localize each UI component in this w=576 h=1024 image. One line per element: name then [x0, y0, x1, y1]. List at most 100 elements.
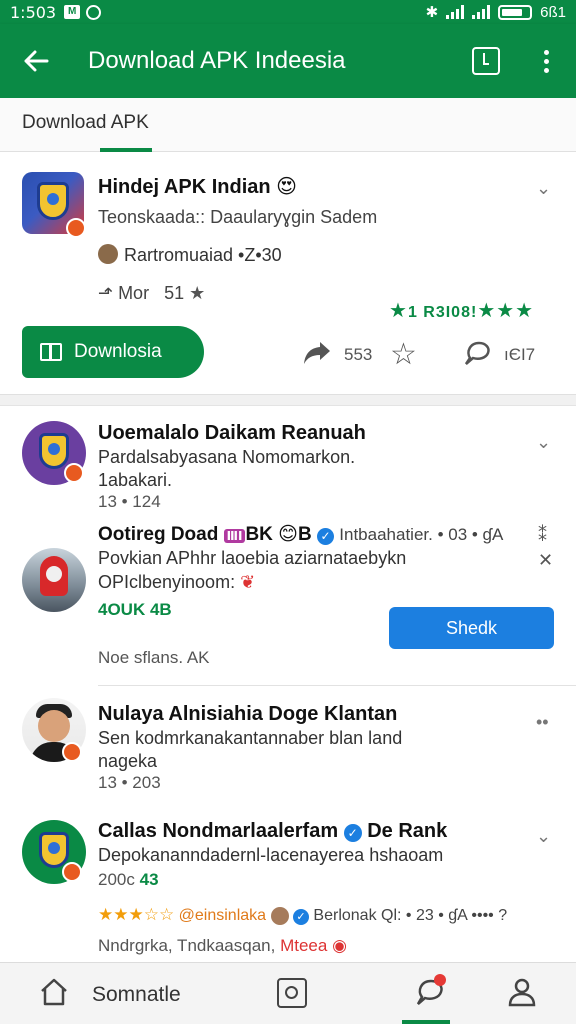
tab-indicator: [100, 148, 152, 152]
verified-icon: ✓: [317, 528, 334, 545]
camera-nav-button[interactable]: [277, 978, 307, 1008]
featured-author: Rartromuaiad •Z•30: [124, 245, 282, 265]
download-button-label: Downlosia: [74, 341, 162, 362]
share-icon: [304, 342, 330, 364]
review-meta: Berlonak Ql: • 23 • ɠA ••••: [313, 907, 494, 924]
rating-stars-icon: ★★★☆☆: [98, 905, 175, 924]
badge-icon: [64, 463, 84, 483]
badge-icon: [62, 862, 82, 882]
list-item-title-text[interactable]: Callas Nondmarlaalerfam: [98, 820, 338, 842]
list-item-subtitle-2-text: OPIclbenyinoom:: [98, 572, 236, 592]
book-icon: [40, 343, 62, 361]
download-box-icon: [472, 47, 500, 75]
share-button[interactable]: [302, 340, 332, 371]
comment-button[interactable]: [462, 340, 492, 373]
featured-meta: Mor 51: [118, 283, 185, 303]
reviewer-avatar: [270, 906, 289, 925]
shield-icon: [39, 832, 69, 868]
list-item-footer-red: Mteea: [280, 936, 328, 955]
badge-icon: [66, 218, 86, 238]
list-item-meta: 13 • 124: [98, 492, 161, 511]
list-item-subtitle: Depokananndadernl-lacenayerea hshaoam: [98, 845, 444, 865]
profile-nav-button[interactable]: [506, 976, 538, 1013]
list-item-title-extra-2: B: [297, 524, 312, 545]
reviewer-handle[interactable]: @einsinlaka: [179, 907, 266, 924]
list-item-title-tail: De Rank: [367, 820, 448, 842]
list-item-subtitle: Sen kodmrkanakantannaber blan land: [98, 728, 403, 748]
eye-icon: ◉: [332, 936, 347, 955]
chevron-down-icon[interactable]: ⌄: [536, 826, 551, 847]
list-item-subtitle: Povkian APhhr laoebia aziarnataebykn: [98, 548, 407, 568]
active-nav-indicator: [402, 1020, 450, 1024]
list-item-footer-text: Nndrgrka, Tndkaasqan,: [98, 936, 276, 955]
status-bar: 1:503 M ✱ 6ß1: [0, 0, 576, 24]
notification-icon: M: [64, 5, 81, 19]
more-icon[interactable]: ⁑: [538, 525, 547, 546]
downloads-button[interactable]: [456, 24, 516, 98]
signal-icon: [446, 5, 465, 19]
heart-icon: ❦: [240, 572, 256, 592]
camera-icon: [285, 986, 298, 999]
chevron-down-icon[interactable]: ⌄: [536, 432, 551, 453]
notification-dot-icon: [434, 974, 446, 986]
list-item-title-text[interactable]: Ootireg Doad: [98, 524, 218, 545]
close-icon[interactable]: ✕: [538, 550, 553, 571]
list-item-meta: 200c 43: [98, 870, 159, 890]
author-avatar: [98, 244, 118, 264]
more-horiz-icon[interactable]: ••: [536, 712, 549, 733]
tag-icon: ⅢⅠ: [223, 529, 246, 543]
bluetooth-icon: ✱: [425, 4, 439, 21]
section-separator: [0, 395, 576, 406]
rating-row: ★1 R3I08!★★★: [389, 298, 534, 323]
list-item-title[interactable]: Nulaya Alnisiahia Doge Klantan: [98, 703, 397, 726]
back-button[interactable]: [0, 24, 72, 98]
list-item-title: Callas Nondmarlaalerfam ✓ De Rank: [98, 820, 447, 843]
home-icon: [41, 978, 67, 1006]
list-item-title-extra: BK: [245, 524, 273, 545]
comment-count: ıЄI7: [504, 345, 536, 364]
app-icon: [22, 172, 86, 238]
rating-text: 1 R3I08!: [407, 304, 478, 321]
list-item-meta: 13 • 203: [98, 773, 161, 792]
list-item-tag: 4OUK 4B: [98, 600, 172, 619]
home-nav-label[interactable]: Somnatle: [92, 983, 181, 1007]
more-vert-icon: [543, 49, 549, 73]
list-item-subtitle: Pardalsabyasana Nomomarkon.: [98, 447, 356, 467]
download-button[interactable]: Downlosia: [22, 326, 204, 378]
featured-title: Hindej APK Indian 😍: [98, 174, 297, 199]
chevron-down-icon[interactable]: ⌄: [536, 178, 551, 199]
tab-download-apk[interactable]: Download APK: [22, 112, 149, 134]
featured-meta-row: ⬏ Mor 51 ★: [98, 283, 205, 304]
list-item-icon: [22, 421, 86, 485]
thumb-icon: ⬏: [98, 283, 114, 303]
shield-icon: [39, 433, 69, 469]
battery-icon: [498, 4, 533, 20]
list-item-subtitle-2: OPIclbenyinoom: ❦: [98, 572, 255, 593]
star-icon: ★: [389, 300, 408, 322]
messages-nav-button[interactable]: [414, 974, 446, 1013]
back-arrow-icon: [24, 50, 49, 72]
list-item-subtitle-2: 1abakari.: [98, 470, 173, 490]
list-item-footer: Noe sflans. AK: [98, 648, 210, 667]
verified-icon: ✓: [343, 824, 362, 842]
divider: [98, 685, 576, 686]
action-button[interactable]: Shedk: [389, 607, 554, 649]
battery-text: 6ß1: [540, 3, 566, 21]
list-item-meta-green: 43: [139, 870, 159, 889]
list-item-subtitle-2: nageka: [98, 751, 158, 771]
page-title: Download APK Indeesia: [88, 47, 346, 74]
emoji-icon: 😍: [276, 176, 298, 198]
list-item-icon: [22, 820, 86, 884]
tab-bar: Download APK: [0, 98, 576, 152]
overflow-menu-button[interactable]: [516, 24, 576, 98]
app-bar: Download APK Indeesia: [0, 24, 576, 98]
list-item-title-tail: Intbaahatier. • 03 • ɠA: [339, 525, 504, 544]
shield-icon: [37, 182, 69, 220]
avatar: [22, 548, 86, 612]
sync-icon: [86, 4, 102, 20]
help-icon[interactable]: ?: [498, 907, 507, 924]
signal-icon-2: [472, 5, 491, 19]
list-item-title[interactable]: Uoemalalo Daikam Reanuah: [98, 422, 366, 445]
home-nav-button[interactable]: [38, 976, 70, 1013]
star-outline-icon[interactable]: ☆: [390, 337, 417, 372]
